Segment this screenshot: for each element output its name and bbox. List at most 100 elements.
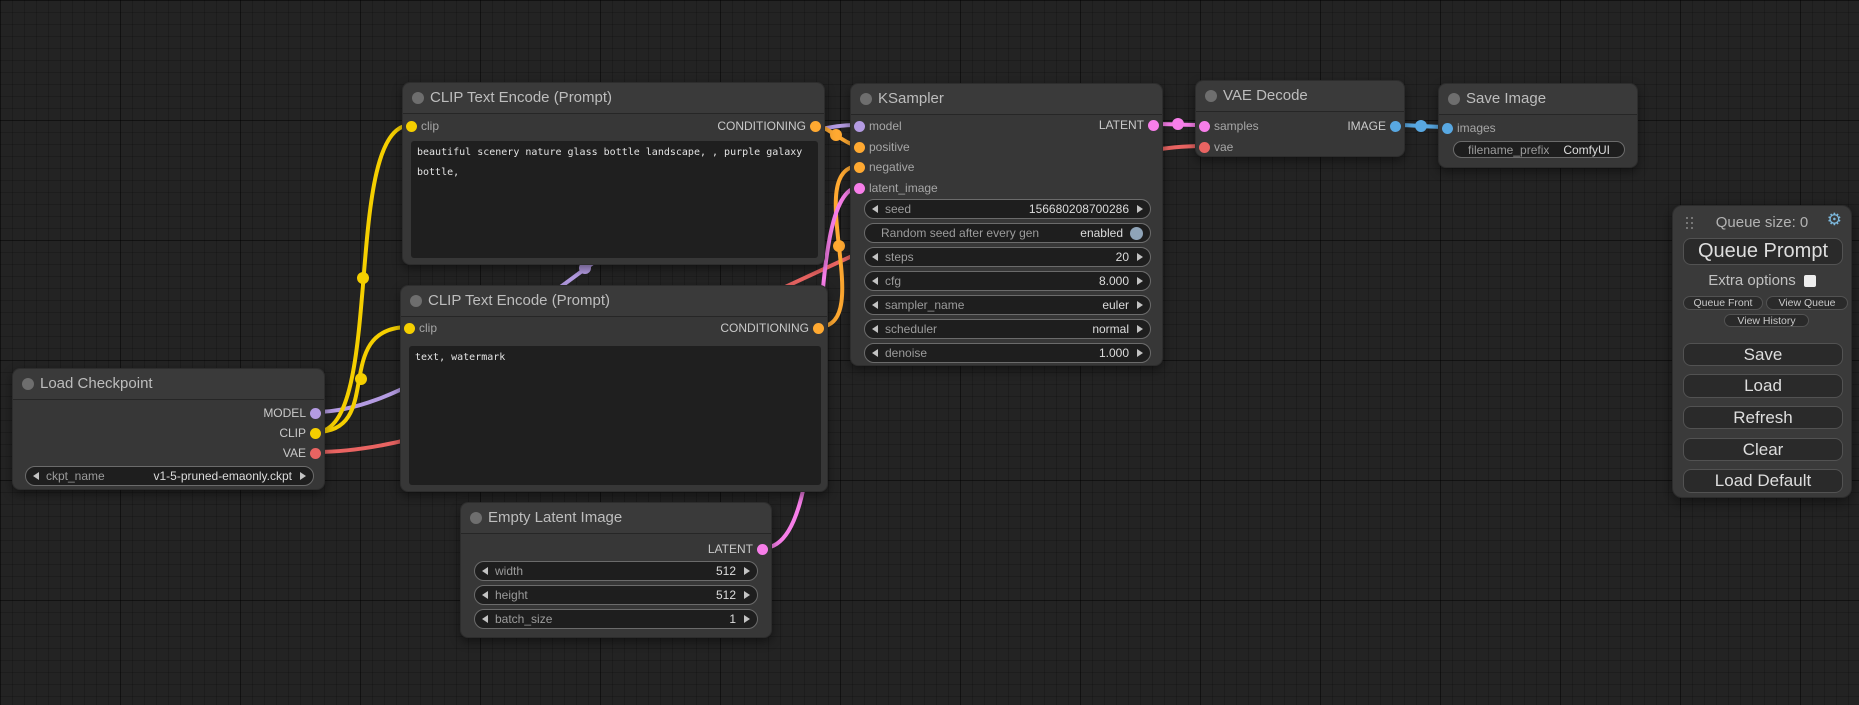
collapse-dot-icon[interactable] <box>860 93 872 105</box>
widget-label: cfg <box>885 274 901 288</box>
input-port-samples[interactable] <box>1199 121 1210 132</box>
decrement-arrow-icon[interactable] <box>872 325 878 333</box>
queue-panel[interactable]: Queue size: 0 ⚙ Queue Prompt Extra optio… <box>1672 205 1852 498</box>
output-port-model[interactable] <box>310 408 321 419</box>
steps-widget[interactable]: steps 20 <box>864 247 1151 267</box>
queue-prompt-button[interactable]: Queue Prompt <box>1683 238 1843 265</box>
output-port-vae[interactable] <box>310 448 321 459</box>
output-port-conditioning[interactable] <box>813 323 824 334</box>
filename-prefix-widget[interactable]: filename_prefix ComfyUI <box>1453 141 1625 158</box>
collapse-dot-icon[interactable] <box>412 92 424 104</box>
input-port-images[interactable] <box>1442 123 1453 134</box>
increment-arrow-icon[interactable] <box>744 591 750 599</box>
cfg-widget[interactable]: cfg 8.000 <box>864 271 1151 291</box>
comfyui-canvas[interactable]: { "colors": { "model": "#b49be2", "clip"… <box>0 0 1859 705</box>
increment-arrow-icon[interactable] <box>1137 301 1143 309</box>
link-midpoint-dot <box>357 272 369 284</box>
decrement-arrow-icon[interactable] <box>33 472 39 480</box>
extra-options-checkbox[interactable] <box>1804 275 1816 287</box>
input-port-clip[interactable] <box>406 121 417 132</box>
increment-arrow-icon[interactable] <box>1137 277 1143 285</box>
decrement-arrow-icon[interactable] <box>482 567 488 575</box>
node-clip-text-encode-negative[interactable]: CLIP Text Encode (Prompt) clip CONDITION… <box>400 285 828 492</box>
toggle-knob-icon[interactable] <box>1130 227 1143 240</box>
increment-arrow-icon[interactable] <box>1137 253 1143 261</box>
ckpt-name-widget[interactable]: ckpt_name v1-5-pruned-emaonly.ckpt <box>25 466 314 486</box>
node-vae-decode[interactable]: VAE Decode samples vae IMAGE <box>1195 80 1405 157</box>
widget-label: Random seed after every gen <box>881 226 1039 240</box>
batch-size-widget[interactable]: batch_size 1 <box>474 609 758 629</box>
load-default-button[interactable]: Load Default <box>1683 469 1843 493</box>
output-port-clip[interactable] <box>310 428 321 439</box>
input-port-positive[interactable] <box>854 142 865 153</box>
collapse-dot-icon[interactable] <box>470 512 482 524</box>
prompt-textarea[interactable]: beautiful scenery nature glass bottle la… <box>411 141 818 258</box>
view-queue-button[interactable]: View Queue <box>1766 296 1848 310</box>
increment-arrow-icon[interactable] <box>744 615 750 623</box>
width-widget[interactable]: width 512 <box>474 561 758 581</box>
increment-arrow-icon[interactable] <box>300 472 306 480</box>
node-title: KSampler <box>878 90 944 107</box>
input-port-negative[interactable] <box>854 162 865 173</box>
input-label: negative <box>869 159 914 175</box>
node-title-bar[interactable]: KSampler <box>851 84 1162 115</box>
node-title: Empty Latent Image <box>488 509 622 526</box>
input-port-clip[interactable] <box>404 323 415 334</box>
input-port-model[interactable] <box>854 121 865 132</box>
widget-value: 1 <box>729 612 736 626</box>
input-label: samples <box>1214 118 1259 134</box>
decrement-arrow-icon[interactable] <box>872 253 878 261</box>
refresh-button[interactable]: Refresh <box>1683 406 1843 429</box>
decrement-arrow-icon[interactable] <box>872 349 878 357</box>
output-label: CONDITIONING <box>720 320 809 336</box>
node-title-bar[interactable]: CLIP Text Encode (Prompt) <box>401 286 827 317</box>
height-widget[interactable]: height 512 <box>474 585 758 605</box>
prompt-textarea[interactable]: text, watermark <box>409 346 821 485</box>
widget-value: enabled <box>1080 226 1123 240</box>
input-port-vae[interactable] <box>1199 142 1210 153</box>
scheduler-widget[interactable]: scheduler normal <box>864 319 1151 339</box>
decrement-arrow-icon[interactable] <box>872 277 878 285</box>
denoise-widget[interactable]: denoise 1.000 <box>864 343 1151 363</box>
seed-widget[interactable]: seed 156680208700286 <box>864 199 1151 219</box>
node-save-image[interactable]: Save Image images filename_prefix ComfyU… <box>1438 83 1638 168</box>
settings-gear-icon[interactable]: ⚙ <box>1827 210 1842 230</box>
input-port-latent-image[interactable] <box>854 183 865 194</box>
collapse-dot-icon[interactable] <box>1205 90 1217 102</box>
node-empty-latent-image[interactable]: Empty Latent Image LATENT width 512 heig… <box>460 502 772 638</box>
node-load-checkpoint[interactable]: Load Checkpoint MODEL CLIP VAE ckpt_name… <box>12 368 325 490</box>
decrement-arrow-icon[interactable] <box>482 591 488 599</box>
widget-label: batch_size <box>495 612 552 626</box>
widget-label: sampler_name <box>885 298 964 312</box>
output-port-latent[interactable] <box>757 544 768 555</box>
increment-arrow-icon[interactable] <box>1137 349 1143 357</box>
node-title-bar[interactable]: Load Checkpoint <box>13 369 324 400</box>
decrement-arrow-icon[interactable] <box>482 615 488 623</box>
node-clip-text-encode-positive[interactable]: CLIP Text Encode (Prompt) clip CONDITION… <box>402 82 825 265</box>
node-ksampler[interactable]: KSampler model positive negative latent_… <box>850 83 1163 366</box>
decrement-arrow-icon[interactable] <box>872 205 878 213</box>
view-history-button[interactable]: View History <box>1724 314 1809 327</box>
clear-button[interactable]: Clear <box>1683 438 1843 461</box>
collapse-dot-icon[interactable] <box>410 295 422 307</box>
random-seed-toggle-widget[interactable]: Random seed after every gen enabled <box>864 223 1151 243</box>
collapse-dot-icon[interactable] <box>22 378 34 390</box>
save-button[interactable]: Save <box>1683 343 1843 366</box>
output-port-conditioning[interactable] <box>810 121 821 132</box>
output-port-image[interactable] <box>1390 121 1401 132</box>
node-title: Load Checkpoint <box>40 375 153 392</box>
increment-arrow-icon[interactable] <box>1137 325 1143 333</box>
increment-arrow-icon[interactable] <box>1137 205 1143 213</box>
node-title-bar[interactable]: Empty Latent Image <box>461 503 771 534</box>
increment-arrow-icon[interactable] <box>744 567 750 575</box>
collapse-dot-icon[interactable] <box>1448 93 1460 105</box>
load-button[interactable]: Load <box>1683 374 1843 398</box>
decrement-arrow-icon[interactable] <box>872 301 878 309</box>
node-title-bar[interactable]: VAE Decode <box>1196 81 1404 112</box>
node-title: CLIP Text Encode (Prompt) <box>428 292 610 309</box>
node-title-bar[interactable]: CLIP Text Encode (Prompt) <box>403 83 824 114</box>
sampler-name-widget[interactable]: sampler_name euler <box>864 295 1151 315</box>
output-port-latent[interactable] <box>1148 120 1159 131</box>
node-title-bar[interactable]: Save Image <box>1439 84 1637 115</box>
queue-front-button[interactable]: Queue Front <box>1683 296 1763 310</box>
